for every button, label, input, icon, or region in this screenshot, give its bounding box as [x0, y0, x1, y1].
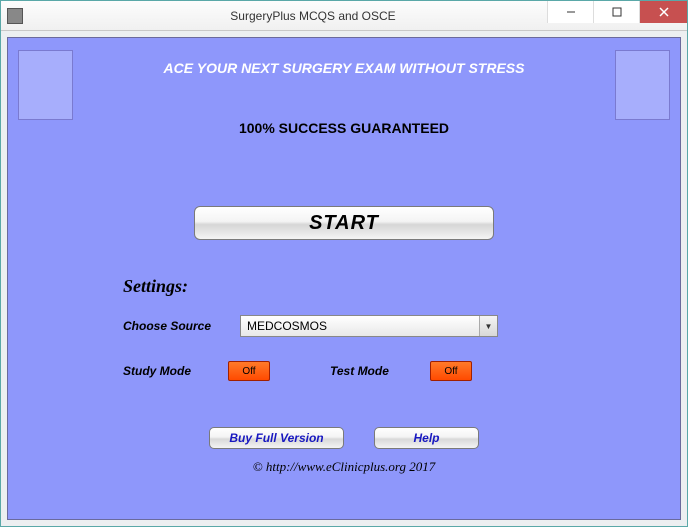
minimize-button[interactable] — [547, 1, 593, 23]
source-select[interactable]: MEDCOSMOS ▼ — [240, 315, 498, 337]
minimize-icon — [566, 7, 576, 17]
source-row: Choose Source MEDCOSMOS ▼ — [123, 315, 680, 337]
right-decoration — [615, 50, 670, 120]
app-window: SurgeryPlus MCQS and OSCE ACE YOUR NEXT … — [0, 0, 688, 527]
study-mode-toggle[interactable]: Off — [228, 361, 270, 381]
settings-heading: Settings: — [123, 276, 680, 297]
app-icon — [7, 8, 23, 24]
source-label: Choose Source — [123, 319, 228, 333]
subheading: 100% SUCCESS GUARANTEED — [8, 120, 680, 136]
client-area: ACE YOUR NEXT SURGERY EXAM WITHOUT STRES… — [1, 31, 687, 526]
maximize-button[interactable] — [593, 1, 639, 23]
app-panel: ACE YOUR NEXT SURGERY EXAM WITHOUT STRES… — [7, 37, 681, 520]
left-decoration — [18, 50, 73, 120]
chevron-down-icon: ▼ — [479, 316, 497, 336]
tagline: ACE YOUR NEXT SURGERY EXAM WITHOUT STRES… — [8, 38, 680, 76]
maximize-icon — [612, 7, 622, 17]
source-value: MEDCOSMOS — [241, 319, 479, 333]
mode-row: Study Mode Off Test Mode Off — [123, 361, 680, 381]
titlebar[interactable]: SurgeryPlus MCQS and OSCE — [1, 1, 687, 31]
buy-full-version-button[interactable]: Buy Full Version — [209, 427, 344, 449]
study-mode-label: Study Mode — [123, 364, 228, 378]
test-mode-label: Test Mode — [330, 364, 430, 378]
window-controls — [547, 1, 687, 23]
start-button[interactable]: START — [194, 206, 494, 240]
test-mode-toggle[interactable]: Off — [430, 361, 472, 381]
help-button[interactable]: Help — [374, 427, 479, 449]
close-icon — [659, 7, 669, 17]
footer-text: © http://www.eClinicplus.org 2017 — [8, 459, 680, 475]
bottom-actions: Buy Full Version Help — [8, 427, 680, 449]
close-button[interactable] — [639, 1, 687, 23]
